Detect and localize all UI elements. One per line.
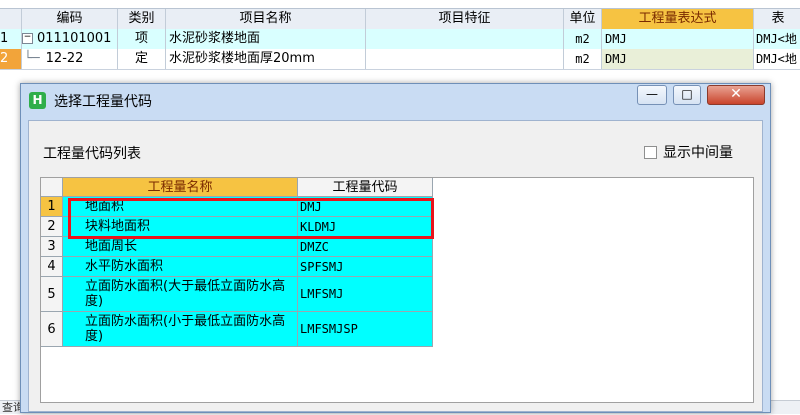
quantity-name-cell[interactable]: 立面防水面积(大于最低立面防水高度) xyxy=(63,277,298,312)
quantity-code-cell[interactable]: DMZC xyxy=(298,237,433,257)
code-text: 12-22 xyxy=(45,51,84,66)
quantity-code-cell[interactable]: SPFSMJ xyxy=(298,257,433,277)
unit-cell[interactable]: m2 xyxy=(564,29,602,49)
extra-cell[interactable]: DMJ<地 xyxy=(754,49,800,69)
app-logo-icon: H xyxy=(29,92,46,109)
code-cell[interactable]: └─ 12-22 xyxy=(22,49,118,69)
close-button[interactable]: ✕ xyxy=(707,85,765,105)
expression-cell[interactable]: DMJ xyxy=(602,49,754,69)
dialog-titlebar[interactable]: H 选择工程量代码 — □ ✕ xyxy=(21,84,770,116)
row-number: 6 xyxy=(41,312,63,347)
show-intermediate-checkbox[interactable] xyxy=(644,145,657,159)
extra-cell[interactable]: DMJ<地 xyxy=(754,29,800,49)
expression-cell[interactable]: DMJ xyxy=(602,29,754,49)
quantity-code-cell[interactable]: LMFSMJSP xyxy=(298,312,433,347)
collapse-icon[interactable]: − xyxy=(22,33,33,44)
quantity-name-cell[interactable]: 立面防水面积(小于最低立面防水高度) xyxy=(63,312,298,347)
dialog-title: 选择工程量代码 xyxy=(54,94,152,110)
table-header: 编码 类别 项目名称 项目特征 单位 工程量表达式 表 xyxy=(0,8,800,30)
feature-cell[interactable] xyxy=(366,49,564,69)
row-number: 2 xyxy=(0,49,22,69)
select-quantity-code-dialog: H 选择工程量代码 — □ ✕ 工程量代码列表 显示中间量 工程量名称 工程量代… xyxy=(20,83,771,413)
unit-cell[interactable]: m2 xyxy=(564,49,602,69)
table-row[interactable]: 2 └─ 12-22 定 水泥砂浆楼地面厚20mm m2 DMJ DMJ<地 xyxy=(0,49,800,70)
code-cell[interactable]: −011101001 xyxy=(22,29,118,49)
list-title: 工程量代码列表 xyxy=(43,146,141,162)
row-number: 2 xyxy=(41,217,63,237)
header-code[interactable]: 编码 xyxy=(22,9,118,29)
table-row[interactable]: 5 立面防水面积(大于最低立面防水高度) LMFSMJ xyxy=(41,277,433,312)
row-number: 5 xyxy=(41,277,63,312)
header-expression[interactable]: 工程量表达式 xyxy=(602,9,754,29)
background-quantity-table: 编码 类别 项目名称 项目特征 单位 工程量表达式 表 1 −011101001… xyxy=(0,0,800,70)
tree-branch-icon: └─ xyxy=(24,51,40,66)
selection-highlight-box xyxy=(68,198,434,239)
table-row[interactable]: 1 −011101001 项 水泥砂浆楼地面 m2 DMJ DMJ<地 xyxy=(0,29,800,50)
show-intermediate-toggle[interactable]: 显示中间量 xyxy=(644,142,733,162)
name-cell[interactable]: 水泥砂浆楼地面 xyxy=(166,29,366,49)
feature-cell[interactable] xyxy=(366,29,564,49)
row-number: 1 xyxy=(41,197,63,217)
table-row[interactable]: 6 立面防水面积(小于最低立面防水高度) LMFSMJSP xyxy=(41,312,433,347)
show-intermediate-label: 显示中间量 xyxy=(663,145,733,161)
table-header: 工程量名称 工程量代码 xyxy=(41,178,433,197)
header-unit[interactable]: 单位 xyxy=(564,9,602,29)
header-row-number xyxy=(41,178,63,197)
quantity-name-cell[interactable]: 地面周长 xyxy=(63,237,298,257)
quantity-name-cell[interactable]: 水平防水面积 xyxy=(63,257,298,277)
header-extra[interactable]: 表 xyxy=(754,9,800,29)
maximize-button[interactable]: □ xyxy=(673,85,701,105)
header-row-number xyxy=(0,9,22,29)
table-row[interactable]: 3 地面周长 DMZC xyxy=(41,237,433,257)
type-cell[interactable]: 定 xyxy=(118,49,166,69)
row-number: 1 xyxy=(0,29,22,49)
header-quantity-name[interactable]: 工程量名称 xyxy=(63,178,298,197)
row-number: 3 xyxy=(41,237,63,257)
row-number: 4 xyxy=(41,257,63,277)
code-text: 011101001 xyxy=(37,31,112,46)
header-type[interactable]: 类别 xyxy=(118,9,166,29)
table-row[interactable]: 4 水平防水面积 SPFSMJ xyxy=(41,257,433,277)
name-cell[interactable]: 水泥砂浆楼地面厚20mm xyxy=(166,49,366,69)
quantity-code-cell[interactable]: LMFSMJ xyxy=(298,277,433,312)
header-feature[interactable]: 项目特征 xyxy=(366,9,564,29)
quantity-code-table: 工程量名称 工程量代码 1 地面积 DMJ 2 块料地面积 KLDMJ 3 地面… xyxy=(40,177,754,403)
minimize-button[interactable]: — xyxy=(637,85,667,105)
dialog-body: 工程量代码列表 显示中间量 工程量名称 工程量代码 1 地面积 DMJ 2 块料… xyxy=(28,120,763,412)
header-quantity-code[interactable]: 工程量代码 xyxy=(298,178,433,197)
header-name[interactable]: 项目名称 xyxy=(166,9,366,29)
type-cell[interactable]: 项 xyxy=(118,29,166,49)
